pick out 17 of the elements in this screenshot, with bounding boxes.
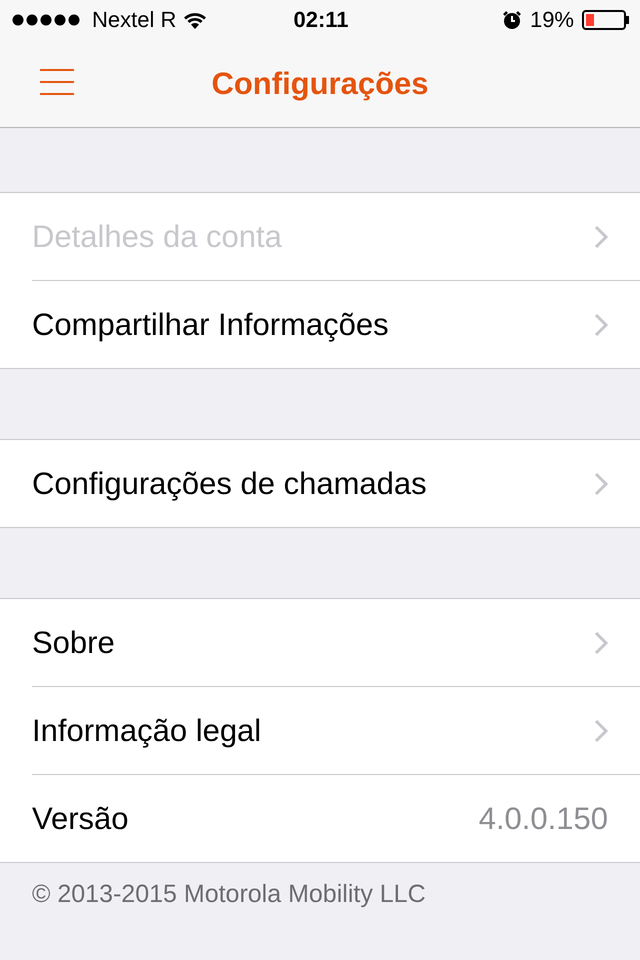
wifi-icon	[184, 12, 206, 28]
settings-row[interactable]: Compartilhar Informações	[32, 281, 640, 368]
settings-row[interactable]: Informação legal	[32, 687, 640, 775]
alarm-clock-icon	[502, 10, 522, 30]
menu-icon[interactable]	[40, 68, 74, 96]
chevron-icon	[594, 472, 608, 496]
chevron-icon	[594, 312, 608, 336]
settings-row[interactable]: Sobre	[32, 599, 640, 687]
battery-icon	[582, 10, 630, 30]
carrier-name: Nextel R	[92, 7, 176, 33]
page-title: Configurações	[211, 66, 429, 102]
version-value: 4.0.0.150	[478, 800, 608, 836]
chevron-icon	[594, 224, 608, 248]
copyright-text: © 2013-2015 Motorola Mobility LLC	[32, 880, 426, 908]
battery-percent: 19%	[530, 7, 574, 33]
clock-time: 02:11	[293, 7, 349, 33]
settings-row[interactable]: Versão 4.0.0.150	[32, 775, 640, 862]
